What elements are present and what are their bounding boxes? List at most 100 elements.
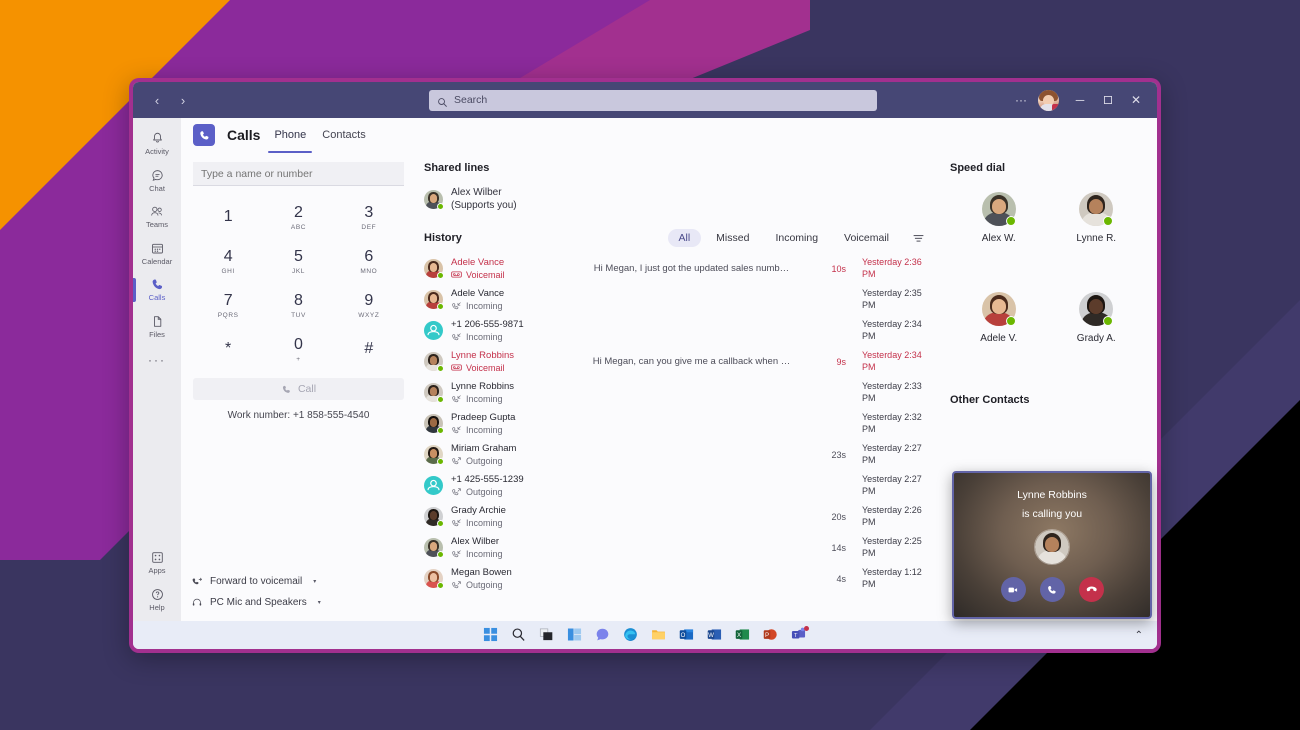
history-row[interactable]: Adele Vance Voicemail Hi Megan, I just got… [424,253,928,284]
accept-video-button[interactable] [1000,577,1026,602]
dial-key-3[interactable]: 3 DEF [334,200,404,236]
back-button[interactable]: ‹ [147,90,167,110]
audio-device-button[interactable]: PC Mic and Speakers ▾ [191,592,416,613]
history-row[interactable]: Alex Wilber Incoming 14s Yesterday 2:25 PM [424,532,928,563]
history-list: Adele Vance Voicemail Hi Megan, I just got… [424,253,928,594]
search-bar[interactable]: Search [429,89,877,111]
svg-text:O: O [680,631,685,638]
avatar [424,507,444,527]
history-row[interactable]: +1 425-555-1239 Outgoing Yesterday 2:27 PM [424,470,928,501]
taskbar-task-view-button[interactable] [539,627,556,644]
history-row-name: Miriam Graham [451,443,517,455]
tab-contacts[interactable]: Contacts [320,123,367,147]
avatar [424,290,444,310]
filter-icon[interactable] [908,228,928,248]
dial-key-9[interactable]: 9 WXYZ [334,288,404,324]
sidebar-item-help[interactable]: Help [133,580,181,622]
call-button[interactable]: Call [193,378,404,400]
speed-dial-contact[interactable]: Alex W. [981,192,1016,244]
history-row[interactable]: Lynne Robbins Voicemail Hi Megan, can you … [424,346,928,377]
history-row[interactable]: Grady Archie Incoming 20s Yesterday 2:26 PM [424,501,928,532]
dial-input[interactable] [193,162,404,186]
history-row[interactable]: +1 206-555-9871 Incoming Yesterday 2:34 PM [424,315,928,346]
taskbar-teams-button[interactable]: T [791,625,809,644]
history-row[interactable]: Pradeep Gupta Incoming Yesterday 2:32 PM [424,408,928,439]
decline-call-button[interactable] [1078,577,1104,602]
taskbar-file-explorer-button[interactable] [651,627,668,644]
tab-phone[interactable]: Phone [268,123,313,153]
history-row-name: Grady Archie [451,505,506,517]
taskbar-edge-button[interactable] [623,627,640,644]
taskbar-word-button[interactable]: W [707,627,724,644]
dial-key-1[interactable]: 1 [193,200,263,236]
filter-voicemail[interactable]: Voicemail [833,229,900,247]
sidebar-item-activity[interactable]: Activity [133,124,181,161]
close-button[interactable]: ✕ [1123,87,1149,113]
sidebar-item-files[interactable]: Files [133,307,181,344]
speed-dial-contact[interactable]: Lynne R. [1076,192,1116,244]
history-row[interactable]: Miriam Graham Outgoing 23s Yesterday 2:27 P… [424,439,928,470]
presence-indicator [437,272,444,279]
history-row-name: +1 206-555-9871 [451,319,524,331]
dial-key-star[interactable]: * [193,332,263,368]
avatar [1079,292,1114,326]
history-row[interactable]: Lynne Robbins Incoming Yesterday 2:33 PM [424,377,928,408]
windows-taskbar: O W X P T ⌃ [133,621,1157,649]
sidebar-item-calls[interactable]: Calls [133,270,181,307]
taskbar-powerpoint-button[interactable]: P [763,627,780,644]
speed-dial-contact[interactable]: Adele V. [980,292,1017,344]
history-row-name: Lynne Robbins [451,381,515,393]
dial-key-2[interactable]: 2 ABC [263,200,333,236]
dial-key-8[interactable]: 8 TUV [263,288,333,324]
history-row-time: Yesterday 2:34 PM [862,319,922,341]
taskbar-outlook-button[interactable]: O [679,627,696,644]
user-avatar[interactable] [1038,89,1059,111]
speed-dial-contact[interactable]: Grady A. [1077,292,1116,344]
speed-dial-name: Adele V. [980,333,1018,344]
history-row[interactable]: Megan Bowen Outgoing 4s Yesterday 1:12 PM [424,563,928,594]
taskbar-widgets-button[interactable] [567,627,584,644]
history-row[interactable]: Adele Vance Incoming Yesterday 2:35 PM [424,284,928,315]
sidebar-item-teams[interactable]: Teams [133,197,181,234]
dial-key-0[interactable]: 0 + [263,332,333,368]
dial-key-hash[interactable]: # [334,332,404,368]
taskbar-search-button[interactable] [511,627,528,644]
sidebar-item-calendar[interactable]: Calendar [133,234,181,271]
sidebar-item-chat[interactable]: Chat [133,161,181,198]
history-row-meta: Grady Archie Incoming [451,505,563,527]
chevron-down-icon[interactable]: ▾ [318,599,321,606]
presence-indicator [437,582,444,589]
speed-dial-title: Speed dial [950,162,1006,174]
history-row-type-label: Incoming [466,300,503,311]
presence-indicator [1005,316,1016,326]
filter-missed[interactable]: Missed [705,229,760,247]
taskbar-start-button[interactable] [483,627,500,644]
presence-indicator [437,303,444,310]
dial-key-digit: 3 [364,204,374,222]
taskbar-expand-caret[interactable]: ⌃ [1135,630,1143,641]
history-row-time: Yesterday 2:35 PM [862,288,922,310]
video-icon [1008,587,1018,592]
accept-audio-button[interactable] [1039,577,1065,602]
shared-line-item[interactable]: Alex Wilber (Supports you) [424,187,928,212]
forward-button[interactable]: › [173,90,193,110]
presence-indicator [437,427,444,434]
more-options-button[interactable]: ··· [1008,87,1034,113]
dial-key-4[interactable]: 4 GHI [193,244,263,280]
forward-to-voicemail-button[interactable]: Forward to voicemail ▾ [191,571,416,592]
dial-key-digit: 7 [223,292,233,310]
dial-key-6[interactable]: 6 MNO [334,244,404,280]
forward-to-voicemail-label: Forward to voicemail [210,576,303,587]
sidebar-item-apps[interactable]: Apps [133,543,181,580]
dial-key-7[interactable]: 7 PQRS [193,288,263,324]
filter-incoming[interactable]: Incoming [764,229,829,247]
minimize-button[interactable]: ─ [1067,87,1093,113]
shared-lines-title: Shared lines [424,162,490,174]
taskbar-chat-button[interactable] [595,627,612,644]
taskbar-excel-button[interactable]: X [735,627,752,644]
sidebar-more-apps-button[interactable]: ··· [148,343,166,377]
maximize-button[interactable] [1095,87,1121,113]
filter-all[interactable]: All [667,229,702,247]
dial-key-5[interactable]: 5 JKL [263,244,333,280]
chevron-down-icon[interactable]: ▾ [313,578,316,585]
